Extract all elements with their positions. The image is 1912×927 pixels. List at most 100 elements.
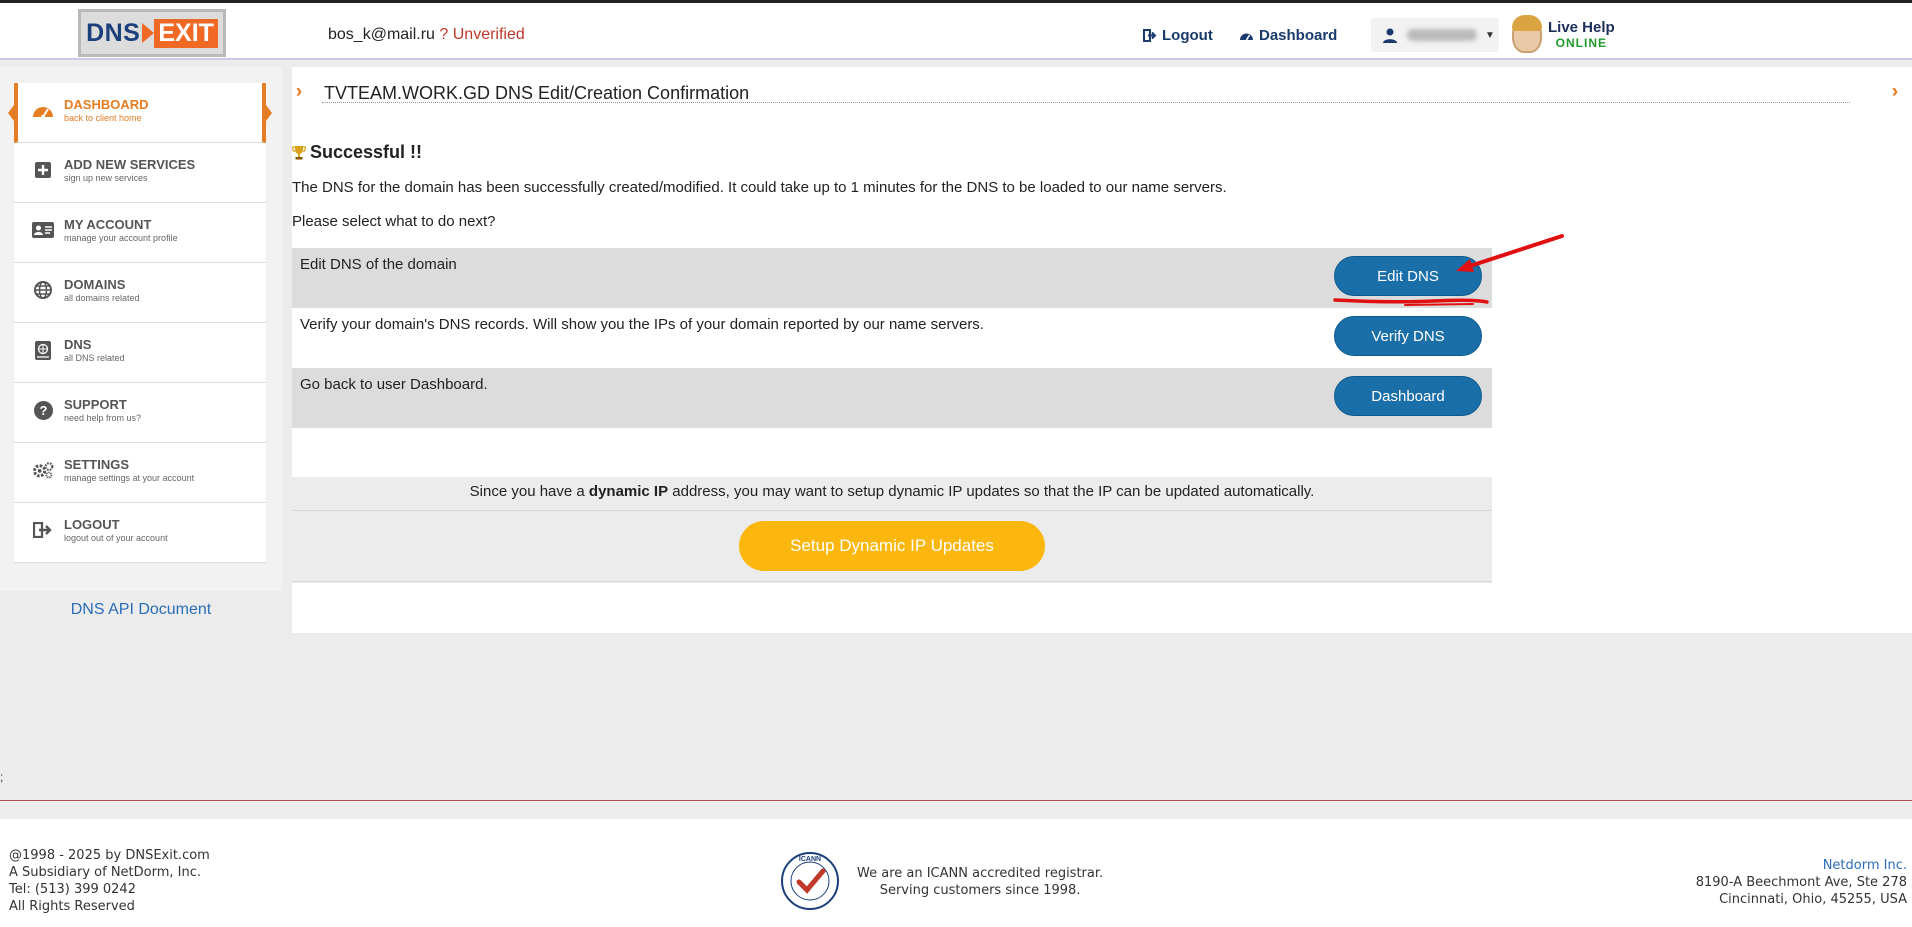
chevron-down-icon: ▼ <box>1485 29 1495 41</box>
option-row-dashboard: Go back to user Dashboard. Dashboard <box>292 368 1492 428</box>
icann-line: Serving customers since 1998. <box>879 883 1081 898</box>
icann-statement: We are an ICANN accredited registrar. Se… <box>857 865 1103 899</box>
dns-book-icon <box>32 339 54 361</box>
trophy-icon <box>292 146 306 160</box>
success-heading: Successful !! <box>292 142 422 163</box>
sidebar-item-add-new-services[interactable]: ADD NEW SERVICES sign up new services <box>14 143 266 203</box>
sidebar-item-subtitle: manage your account profile <box>64 233 178 243</box>
top-header: DNS EXIT bos_k@mail.ru ? Unverified Logo… <box>0 0 1912 60</box>
sidebar-item-dns[interactable]: DNS all DNS related <box>14 323 266 383</box>
live-help-widget[interactable]: Live Help ONLINE <box>1512 15 1615 53</box>
success-text: Successful !! <box>310 142 423 162</box>
dynamic-ip-notice-after: address, you may want to setup dynamic I… <box>668 483 1315 500</box>
footer: @1998 - 2025 by DNSExit.com A Subsidiary… <box>0 819 1912 927</box>
user-menu-dropdown[interactable]: ▼ <box>1371 18 1499 52</box>
sign-out-icon <box>1143 29 1157 42</box>
sidebar-item-subtitle: all domains related <box>64 293 140 303</box>
sidebar-item-title: DASHBOARD <box>64 97 149 112</box>
divider <box>292 510 1492 511</box>
option-label: Edit DNS of the domain <box>300 256 457 273</box>
dashboard-label: Dashboard <box>1259 27 1338 44</box>
dashboard-button[interactable]: Dashboard <box>1334 376 1482 416</box>
sidebar-item-settings[interactable]: SETTINGS manage settings at your account <box>14 443 266 503</box>
option-label: Verify your domain's DNS records. Will s… <box>300 316 984 333</box>
dashboard-link[interactable]: Dashboard <box>1239 27 1337 44</box>
footer-line: All Rights Reserved <box>9 899 135 914</box>
sidebar-menu: DASHBOARD back to client home ADD NEW SER… <box>8 83 272 563</box>
footer-copyright: @1998 - 2025 by DNSExit.com A Subsidiary… <box>9 847 210 915</box>
dynamic-ip-section: Since you have a dynamic IP address, you… <box>292 477 1492 583</box>
id-card-icon <box>32 219 54 241</box>
sidebar-item-subtitle: manage settings at your account <box>64 473 195 483</box>
next-step-prompt: Please select what to do next? <box>292 213 496 230</box>
sidebar-item-my-account[interactable]: MY ACCOUNT manage your account profile <box>14 203 266 263</box>
main-content: ››› TVTEAM.WORK.GD DNS Edit/Creation Con… <box>292 67 1912 633</box>
logout-label: Logout <box>1162 27 1213 44</box>
option-row-verify-dns: Verify your domain's DNS records. Will s… <box>292 308 1492 368</box>
blurred-username <box>1407 29 1477 41</box>
sidebar-item-logout[interactable]: LOGOUT logout out of your account <box>14 503 266 563</box>
user-email: bos_k@mail.ru ? Unverified <box>328 26 525 44</box>
unverified-link[interactable]: ? Unverified <box>435 26 524 43</box>
svg-text:ICANN: ICANN <box>799 856 821 863</box>
sidebar-item-title: SUPPORT <box>64 397 127 412</box>
sidebar-item-dashboard[interactable]: DASHBOARD back to client home <box>8 83 272 143</box>
dynamic-ip-notice: Since you have a dynamic IP address, you… <box>292 483 1492 500</box>
verify-dns-button[interactable]: Verify DNS <box>1334 316 1482 356</box>
sidebar-item-subtitle: back to client home <box>64 113 142 123</box>
logout-link[interactable]: Logout <box>1143 27 1213 44</box>
footer-line: Tel: (513) 399 0242 <box>9 882 136 897</box>
user-email-text: bos_k@mail.ru <box>328 26 435 43</box>
sidebar-item-title: LOGOUT <box>64 517 120 532</box>
dynamic-ip-notice-bold: dynamic IP <box>588 483 669 500</box>
divider <box>292 581 1492 582</box>
sidebar-item-title: DNS <box>64 337 92 352</box>
dns-api-document-link[interactable]: DNS API Document <box>0 601 282 619</box>
address-line: Cincinnati, Ohio, 45255, USA <box>1719 892 1907 907</box>
sidebar-item-subtitle: need help from us? <box>64 413 142 423</box>
setup-dynamic-ip-button[interactable]: Setup Dynamic IP Updates <box>739 521 1045 571</box>
dnsexit-logo[interactable]: DNS EXIT <box>78 9 226 57</box>
svg-text:?: ? <box>39 403 47 418</box>
speedometer-icon <box>32 99 54 121</box>
page-title-row: ››› TVTEAM.WORK.GD DNS Edit/Creation Con… <box>294 81 1854 103</box>
annotation-arrow <box>1456 234 1564 272</box>
gears-icon <box>32 459 54 481</box>
footer-line: @1998 - 2025 by DNSExit.com <box>9 848 210 863</box>
logo-text-dns: DNS <box>86 18 141 47</box>
support-agent-avatar <box>1512 15 1542 53</box>
sign-out-icon <box>32 519 54 541</box>
sidebar-item-title: MY ACCOUNT <box>64 217 152 232</box>
icann-accredited-seal-icon: ICANN <box>781 852 839 910</box>
live-help-status: ONLINE <box>1555 35 1608 50</box>
icann-line: We are an ICANN accredited registrar. <box>857 866 1104 881</box>
address-line: 8190-A Beechmont Ave, Ste 278 <box>1695 875 1907 890</box>
dynamic-ip-notice-before: Since you have a <box>469 483 589 500</box>
sidebar-item-support[interactable]: ? SUPPORT need help from us? <box>14 383 266 443</box>
sidebar-item-subtitle: all DNS related <box>64 353 125 363</box>
sidebar-item-title: SETTINGS <box>64 457 130 472</box>
footer-address: Netdorm Inc. 8190-A Beechmont Ave, Ste 2… <box>1696 857 1907 908</box>
globe-icon <box>32 279 54 301</box>
sidebar-item-subtitle: logout out of your account <box>64 533 168 543</box>
user-icon <box>1383 28 1397 43</box>
footer-divider <box>0 800 1912 801</box>
page-title: TVTEAM.WORK.GD DNS Edit/Creation Confirm… <box>324 83 750 103</box>
footer-line: A Subsidiary of NetDorm, Inc. <box>9 865 201 880</box>
sidebar-item-title: DOMAINS <box>64 277 126 292</box>
speedometer-icon <box>1240 33 1253 41</box>
question-circle-icon: ? <box>32 399 54 421</box>
sidebar: DASHBOARD back to client home ADD NEW SER… <box>0 67 282 618</box>
sidebar-item-domains[interactable]: DOMAINS all domains related <box>14 263 266 323</box>
title-divider <box>322 102 1850 103</box>
sidebar-item-title: ADD NEW SERVICES <box>64 157 196 172</box>
logo-arrow-icon <box>142 23 155 43</box>
sidebar-item-subtitle: sign up new services <box>64 173 148 183</box>
success-message: The DNS for the domain has been successf… <box>292 179 1227 196</box>
option-row-edit-dns: Edit DNS of the domain Edit DNS <box>292 248 1492 308</box>
company-link[interactable]: Netdorm Inc. <box>1696 857 1907 874</box>
plus-square-icon <box>32 159 54 181</box>
annotation-underline <box>1333 298 1489 306</box>
stray-text: ; <box>0 770 4 784</box>
logo-text-exit: EXIT <box>154 18 218 48</box>
